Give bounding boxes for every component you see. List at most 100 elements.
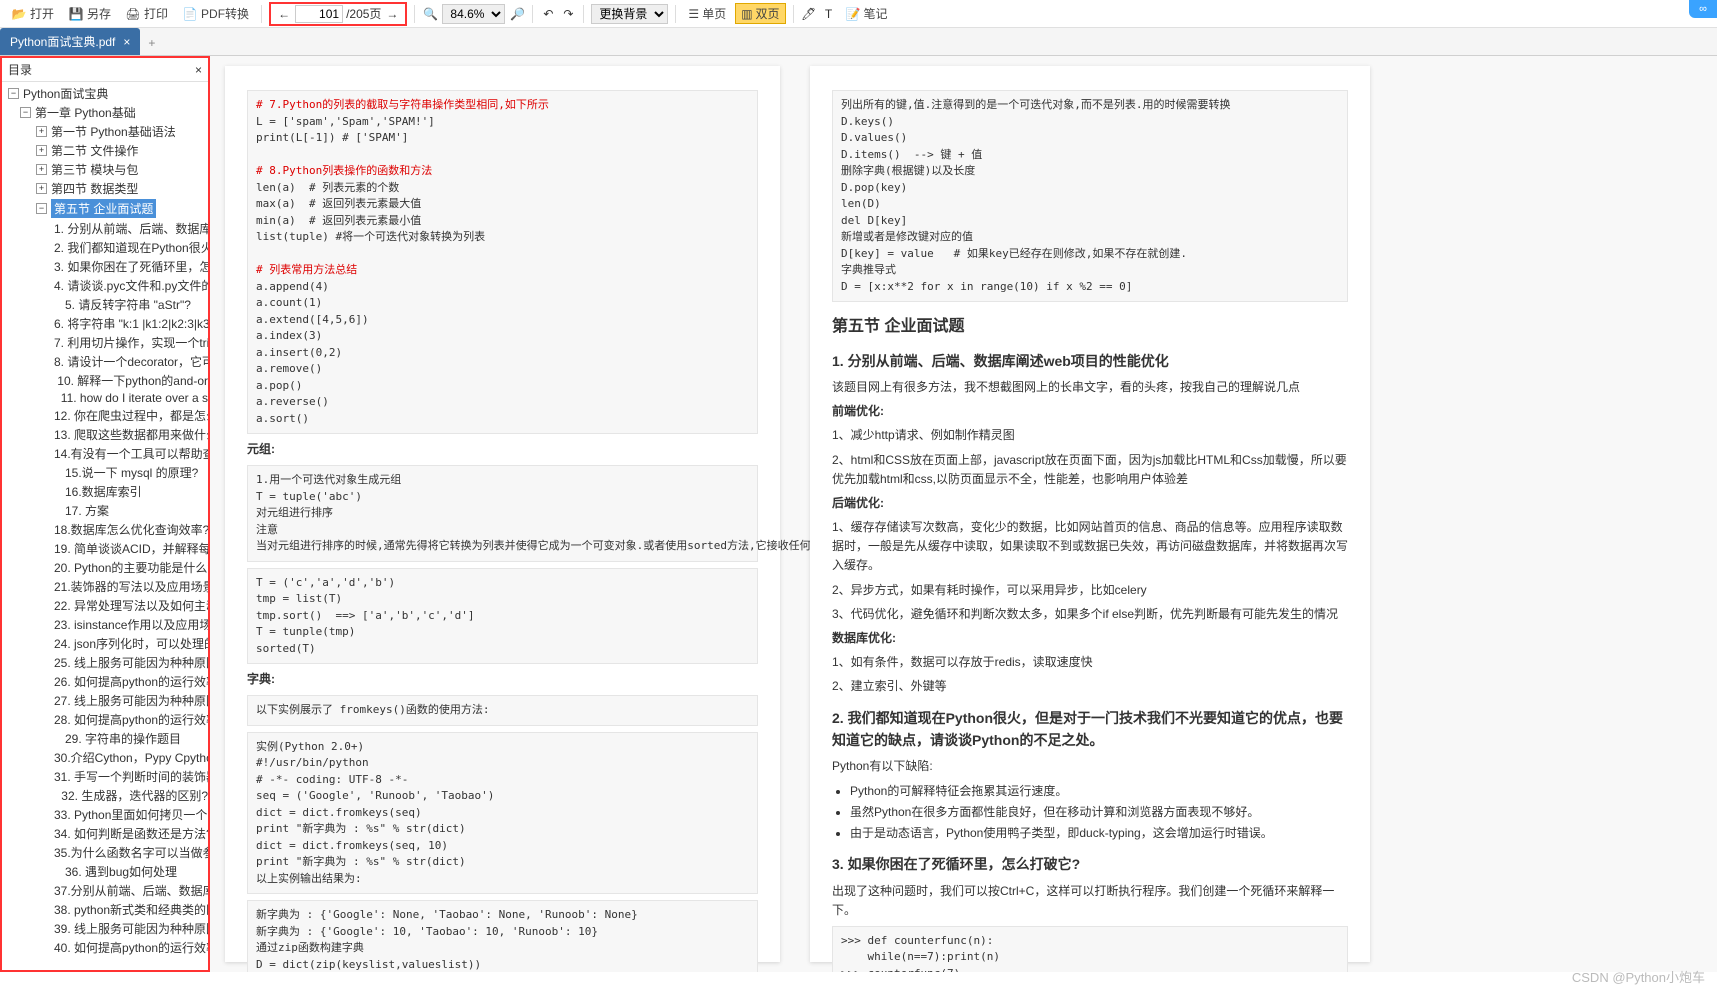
sidebar-header: 目录× xyxy=(2,58,208,82)
main-toolbar: 📂打开 💾另存 🖨打印 📄PDF转换 ← /205页 → 🔍 84.6% 🔎 ↶… xyxy=(0,0,1717,28)
tree-item[interactable]: 7. 利用切片操作，实现一个trim xyxy=(2,333,208,352)
tree-chapter[interactable]: −第一章 Python基础 xyxy=(2,103,208,122)
separator xyxy=(261,5,262,23)
bullet-list: Python的可解释特征会拖累其运行速度。 虽然Python在很多方面都性能良好… xyxy=(850,782,1348,844)
save-as-button[interactable]: 💾另存 xyxy=(63,3,116,24)
code-block: # 7.Python的列表的截取与字符串操作类型相同,如下所示 L = ['sp… xyxy=(247,90,758,434)
tree-item[interactable]: 39. 线上服务可能因为种种原因 xyxy=(2,919,208,938)
tree-item[interactable]: 10. 解释一下python的and-or xyxy=(2,371,208,390)
tree-item[interactable]: 31. 手写一个判断时间的装饰器 xyxy=(2,767,208,786)
code-block: 以下实例展示了 fromkeys()函数的使用方法: xyxy=(247,695,758,726)
paragraph: 2、html和CSS放在页面上部，javascript放在页面下面，因为js加载… xyxy=(832,451,1348,489)
code-block: 列出所有的键,值.注意得到的是一个可迭代对象,而不是列表.用的时候需要转换 D.… xyxy=(832,90,1348,302)
page-viewport[interactable]: # 7.Python的列表的截取与字符串操作类型相同,如下所示 L = ['sp… xyxy=(210,56,1717,972)
tree-item[interactable]: 25. 线上服务可能因为种种原因 xyxy=(2,653,208,672)
tab-label: Python面试宝典.pdf xyxy=(10,33,115,50)
save-icon: 💾 xyxy=(68,6,84,22)
tree-item[interactable]: 33. Python里面如何拷贝一个对 xyxy=(2,805,208,824)
tree-item[interactable]: 18.数据库怎么优化查询效率? xyxy=(2,520,208,539)
tree-item[interactable]: 12. 你在爬虫过程中，都是怎么 xyxy=(2,406,208,425)
tree-item[interactable]: 23. isinstance作用以及应用场 xyxy=(2,615,208,634)
highlight-icon[interactable]: 🖊 xyxy=(801,6,817,22)
list-item: 由于是动态语言，Python使用鸭子类型，即duck-typing，这会增加运行… xyxy=(850,824,1348,843)
separator xyxy=(583,5,584,23)
tree-item[interactable]: 19. 简单谈谈ACID，并解释每一 xyxy=(2,539,208,558)
tree-item[interactable]: 4. 请谈谈.pyc文件和.py文件的 xyxy=(2,276,208,295)
tree-item[interactable]: 32. 生成器，迭代器的区别? xyxy=(2,786,208,805)
tree-item[interactable]: 20. Python的主要功能是什么? xyxy=(2,558,208,577)
tree-item[interactable]: 36. 遇到bug如何处理 xyxy=(2,862,208,881)
open-button[interactable]: 📂打开 xyxy=(6,3,59,24)
pdf-icon: 📄 xyxy=(182,6,198,22)
tree-item[interactable]: 38. python新式类和经典类的区 xyxy=(2,900,208,919)
tree-item[interactable]: 21.装饰器的写法以及应用场景 xyxy=(2,577,208,596)
tree-item[interactable]: 37.分别从前端、后端、数据库 xyxy=(2,881,208,900)
bg-select[interactable]: 更换背景 xyxy=(591,4,668,24)
tree-item[interactable]: 5. 请反转字符串 "aStr"? xyxy=(2,295,208,314)
tree-item[interactable]: 29. 字符串的操作题目 xyxy=(2,729,208,748)
tree-item[interactable]: 30.介绍Cython，Pypy Cpython xyxy=(2,748,208,767)
note-button[interactable]: 📝笔记 xyxy=(841,3,893,24)
tree-item[interactable]: 3. 如果你困在了死循环里，怎么 xyxy=(2,257,208,276)
paragraph: 该题目网上有很多方法，我不想截图网上的长串文字，看的头疼，按我自己的理解说几点 xyxy=(832,378,1348,397)
zoom-in-icon[interactable]: 🔎 xyxy=(509,6,525,22)
tree-section[interactable]: +第二节 文件操作 xyxy=(2,141,208,160)
page-nav: ← /205页 → xyxy=(269,2,407,26)
rotate-right-icon[interactable]: ↷ xyxy=(560,6,576,22)
tree-item[interactable]: 17. 方案 xyxy=(2,501,208,520)
tree-item[interactable]: 34. 如何判断是函数还是方法? xyxy=(2,824,208,843)
heading: 字典: xyxy=(247,670,758,689)
pdf-convert-button[interactable]: 📄PDF转换 xyxy=(177,3,254,24)
tree-item[interactable]: 6. 将字符串 "k:1 |k1:2|k2:3|k3 xyxy=(2,314,208,333)
tree-section-selected[interactable]: −第五节 企业面试题 xyxy=(2,198,208,219)
watermark: CSDN @Python小炮车 xyxy=(1572,967,1705,986)
paragraph: 1、缓存存储读写次数高，变化少的数据，比如网站首页的信息、商品的信息等。应用程序… xyxy=(832,518,1348,576)
corner-badge[interactable]: ∞ xyxy=(1689,0,1717,18)
tree-item[interactable]: 16.数据库索引 xyxy=(2,482,208,501)
tree-item[interactable]: 26. 如何提高python的运行效率 xyxy=(2,672,208,691)
tree-item[interactable]: 27. 线上服务可能因为种种原因 xyxy=(2,691,208,710)
tree-item[interactable]: 40. 如何提高python的运行效率 xyxy=(2,938,208,957)
tree-item[interactable]: 15.说一下 mysql 的原理? xyxy=(2,463,208,482)
main: 目录× −Python面试宝典 −第一章 Python基础 +第一节 Pytho… xyxy=(0,56,1717,972)
zoom-select[interactable]: 84.6% xyxy=(442,4,505,24)
print-button[interactable]: 🖨打印 xyxy=(120,3,173,24)
tree-item[interactable]: 14.有没有一个工具可以帮助查 xyxy=(2,444,208,463)
tree-root[interactable]: −Python面试宝典 xyxy=(2,84,208,103)
prev-page-icon[interactable]: ← xyxy=(276,6,292,22)
paragraph: 3、代码优化，避免循环和判断次数太多，如果多个if else判断，优先判断最有可… xyxy=(832,605,1348,624)
tree-section[interactable]: +第三节 模块与包 xyxy=(2,160,208,179)
tree-section[interactable]: +第四节 数据类型 xyxy=(2,179,208,198)
page-input[interactable] xyxy=(295,5,343,23)
paragraph: 1、如有条件，数据可以存放于redis，读取速度快 xyxy=(832,653,1348,672)
tree-item[interactable]: 8. 请设计一个decorator，它可 xyxy=(2,352,208,371)
rotate-left-icon[interactable]: ↶ xyxy=(540,6,556,22)
heading: 元组: xyxy=(247,440,758,459)
tab-document[interactable]: Python面试宝典.pdf × xyxy=(0,28,140,55)
tree-item[interactable]: 13. 爬取这些数据都用来做什么 xyxy=(2,425,208,444)
separator xyxy=(793,5,794,23)
print-icon: 🖨 xyxy=(125,6,141,22)
tree-item[interactable]: 1. 分别从前端、后端、数据库 xyxy=(2,219,208,238)
tree-item[interactable]: 28. 如何提高python的运行效率 xyxy=(2,710,208,729)
close-icon[interactable]: × xyxy=(195,63,202,77)
paragraph: 2、建立索引、外键等 xyxy=(832,677,1348,696)
separator xyxy=(675,5,676,23)
next-page-icon[interactable]: → xyxy=(384,6,400,22)
question-heading: 3. 如果你困在了死循环里，怎么打破它? xyxy=(832,853,1348,875)
single-page-button[interactable]: ☰单页 xyxy=(683,3,731,24)
tree-section[interactable]: +第一节 Python基础语法 xyxy=(2,122,208,141)
add-tab-button[interactable]: + xyxy=(140,31,163,55)
tree-item[interactable]: 24. json序列化时，可以处理的 xyxy=(2,634,208,653)
zoom-out-icon[interactable]: 🔍 xyxy=(422,6,438,22)
outline-tree: −Python面试宝典 −第一章 Python基础 +第一节 Python基础语… xyxy=(2,82,208,970)
text-tool-icon[interactable]: T xyxy=(821,6,837,22)
code-block: 实例(Python 2.0+) #!/usr/bin/python # -*- … xyxy=(247,732,758,895)
tree-item[interactable]: 2. 我们都知道现在Python很火 xyxy=(2,238,208,257)
tree-item[interactable]: 35.为什么函数名字可以当做参 xyxy=(2,843,208,862)
tree-item[interactable]: 22. 异常处理写法以及如何主动 xyxy=(2,596,208,615)
separator xyxy=(532,5,533,23)
close-tab-icon[interactable]: × xyxy=(123,35,130,49)
tree-item[interactable]: 11. how do I iterate over a s xyxy=(2,390,208,406)
double-page-button[interactable]: ▥双页 xyxy=(735,3,785,24)
